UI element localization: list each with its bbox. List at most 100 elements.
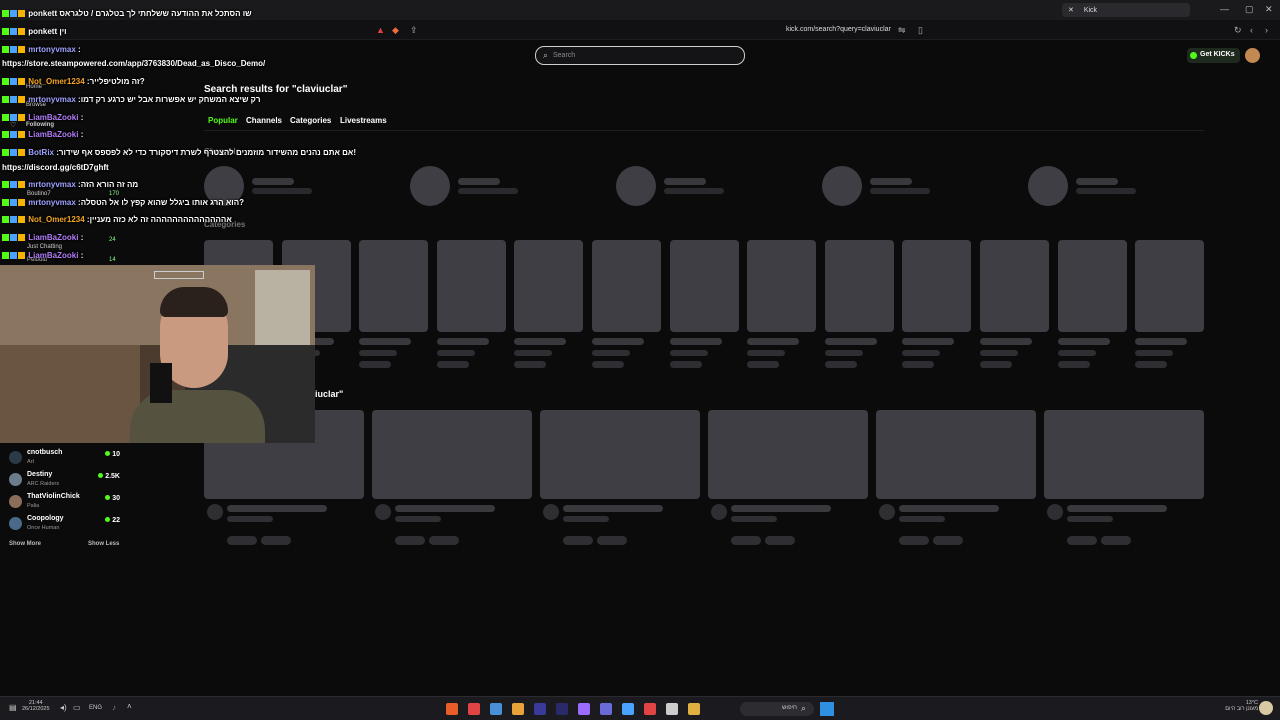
blender-icon[interactable]: [512, 703, 524, 715]
chat-username[interactable]: mrtonyvmax: [26, 45, 78, 54]
user-avatar[interactable]: [1245, 48, 1260, 63]
gift-badge-icon: [18, 234, 25, 242]
sidebar-channel[interactable]: Destiny ARC Raiders 2.5K: [9, 471, 124, 491]
clock[interactable]: 21:44 26/12/2025: [22, 700, 50, 712]
photoshop-icon[interactable]: [534, 703, 546, 715]
sub-badge-icon: [10, 10, 17, 18]
sub-badge-icon: [10, 131, 17, 139]
gift-badge-icon: [18, 28, 25, 36]
bookmark-icon[interactable]: ▯: [918, 25, 923, 36]
chat-username[interactable]: Not_Omer1234: [26, 215, 87, 224]
category-card-skeleton: [1135, 240, 1205, 332]
brave-icon[interactable]: [644, 703, 656, 715]
steam-icon[interactable]: [622, 703, 634, 715]
url-field[interactable]: kick.com/search?query=claviuclar: [786, 26, 891, 33]
chat-username[interactable]: LiamBaZooki: [26, 233, 81, 242]
category-tag-skeleton: [669, 361, 702, 368]
category-title-skeleton: [669, 338, 722, 345]
livestream-title-skeleton: [899, 505, 999, 512]
tune-icon[interactable]: ⇋: [898, 25, 906, 36]
category-title-skeleton: [747, 338, 800, 345]
tray-chevron-icon[interactable]: ˄: [127, 702, 132, 711]
sidebar-channel-hidden[interactable]: Boutino7: [27, 191, 51, 197]
kick-badge-icon: [2, 114, 9, 122]
sidebar-channel-hidden[interactable]: Just Chatting: [27, 244, 62, 250]
chat-username[interactable]: Not_Omer1234: [26, 77, 87, 86]
chat-username[interactable]: BotRix: [26, 148, 56, 157]
livestream-tag-skeleton: [1101, 536, 1131, 545]
category-card-skeleton: [747, 240, 817, 332]
chat-text: https://discord.gg/c6tD7ghft: [2, 163, 109, 172]
chat-username[interactable]: LiamBaZooki: [26, 113, 81, 122]
sidebar-item-following[interactable]: Following: [26, 122, 54, 128]
chat-username[interactable]: ponkett: [26, 27, 59, 36]
chat-username[interactable]: LiamBaZooki: [26, 251, 81, 260]
sidebar-channel[interactable]: ThatViolinChick Palia 30: [9, 493, 124, 513]
notification-icon[interactable]: ▤: [9, 703, 17, 712]
kick-badge-icon: [2, 96, 9, 104]
minimize-icon[interactable]: —: [1220, 4, 1229, 14]
taskbar-search[interactable]: חיפוש ⌕: [740, 702, 814, 716]
windows-start-icon[interactable]: [820, 702, 834, 716]
gift-badge-icon: [18, 216, 25, 224]
chrome-icon[interactable]: [468, 703, 480, 715]
category-tag-skeleton: [436, 361, 469, 368]
chat-text: :: [80, 251, 84, 260]
search-placeholder: Search: [553, 52, 576, 59]
viewer-count: 10: [105, 451, 120, 458]
language-indicator[interactable]: ENG: [89, 705, 102, 711]
chat-message: mrtonyvmax :הוא הרג אותו ביגלל שהוא קפץ …: [2, 198, 244, 207]
chat-text: https://store.steampowered.com/app/37638…: [2, 59, 266, 68]
brave-shield-icon[interactable]: ◆: [392, 25, 399, 36]
browser-tab[interactable]: ✕ Kick: [1062, 3, 1190, 17]
sidebar-channel[interactable]: cnotbusch Art 10: [9, 449, 124, 469]
close-tab-icon[interactable]: ✕: [1068, 7, 1074, 14]
date: 26/12/2025: [22, 706, 50, 712]
get-kicks-button[interactable]: Get KICKs: [1187, 48, 1240, 63]
app-icon[interactable]: [446, 703, 458, 715]
chat-username[interactable]: ponkett: [26, 9, 59, 18]
gift-badge-icon: [18, 131, 25, 139]
livestream-tag-skeleton: [429, 536, 459, 545]
chat-username[interactable]: mrtonyvmax: [26, 95, 78, 104]
discord-icon[interactable]: [600, 703, 612, 715]
tab-title: Kick: [1083, 7, 1098, 14]
after-effects-icon[interactable]: [556, 703, 568, 715]
weather-widget[interactable]: 13°C מעונן רוב היום: [1218, 700, 1258, 712]
webcam-overlay: [0, 265, 315, 443]
sidebar-channel[interactable]: Coopology Once Human 22: [9, 515, 124, 535]
viewer-count: 30: [105, 495, 120, 502]
livestream-title-skeleton: [1067, 505, 1167, 512]
notepad-icon[interactable]: [490, 703, 502, 715]
network-icon[interactable]: ▭: [73, 703, 81, 712]
livestream-avatar-skeleton: [879, 504, 895, 520]
gift-badge-icon: [18, 10, 25, 18]
maximize-icon[interactable]: ▢: [1245, 4, 1254, 15]
tab-categories[interactable]: Categories: [290, 116, 331, 125]
search-input[interactable]: ⌕ Search: [535, 46, 745, 65]
show-more-button[interactable]: Show More: [9, 541, 41, 547]
tab-livestreams[interactable]: Livestreams: [340, 116, 387, 125]
show-less-button[interactable]: Show Less: [88, 541, 119, 547]
store-icon[interactable]: [666, 703, 678, 715]
reload-icon[interactable]: ↻: [1234, 25, 1242, 36]
tab-channels[interactable]: Channels: [246, 116, 282, 125]
forward-icon[interactable]: ›: [1265, 25, 1268, 35]
files-icon[interactable]: [688, 703, 700, 715]
alert-icon[interactable]: ▲: [376, 25, 385, 35]
sub-badge-icon: [10, 149, 17, 157]
share-icon[interactable]: ⇪: [410, 25, 418, 36]
back-icon[interactable]: ‹: [1250, 25, 1253, 35]
close-window-icon[interactable]: ✕: [1265, 4, 1273, 15]
volume-icon[interactable]: ◂): [60, 703, 67, 712]
tab-popular[interactable]: Popular: [208, 116, 238, 125]
chat-username[interactable]: mrtonyvmax: [26, 180, 78, 189]
livestream-avatar-skeleton: [1047, 504, 1063, 520]
channel-name: ThatViolinChick: [27, 493, 80, 500]
chat-username[interactable]: mrtonyvmax: [26, 198, 78, 207]
chat-username[interactable]: LiamBaZooki: [26, 130, 81, 139]
heart-icon: ♡: [10, 122, 17, 129]
mic-icon[interactable]: ♪: [112, 703, 116, 712]
premiere-icon[interactable]: [578, 703, 590, 715]
gift-badge-icon: [18, 181, 25, 189]
